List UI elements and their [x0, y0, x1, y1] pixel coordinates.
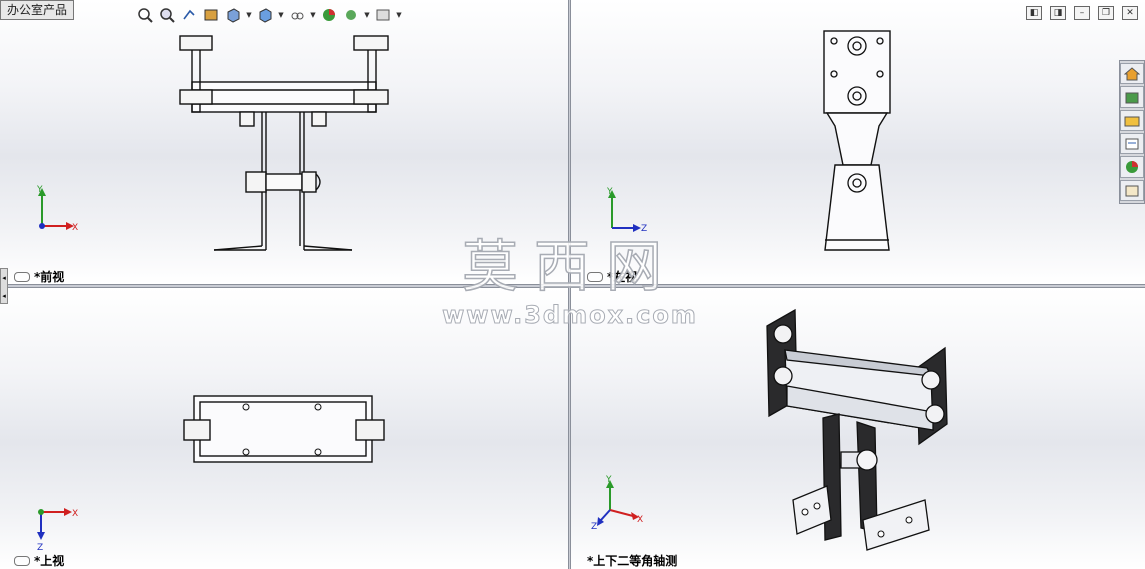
zoom-area-icon[interactable] [157, 5, 177, 25]
viewport-front[interactable]: Y X *前视 [0, 0, 568, 284]
chevron-down-icon[interactable]: ▼ [395, 11, 403, 19]
viewport-iso[interactable]: Y X Z *上下二等角轴测 [571, 288, 1145, 569]
iso-view-name: *上下二等角轴测 [587, 554, 678, 568]
file-explorer-icon[interactable] [1120, 109, 1144, 131]
appearance-icon[interactable] [319, 5, 339, 25]
task-pane [1119, 60, 1145, 204]
view-orientation-icon[interactable] [223, 5, 243, 25]
hide-show-icon[interactable] [287, 5, 307, 25]
custom-properties-icon[interactable] [1120, 179, 1144, 201]
view-settings-icon[interactable] [373, 5, 393, 25]
iso-view-model[interactable]: Y X Z [571, 288, 1145, 569]
viewport-top[interactable]: X Z *上视 [0, 288, 568, 569]
svg-text:X: X [637, 515, 643, 525]
svg-text:X: X [72, 509, 78, 519]
horizontal-splitter[interactable] [0, 284, 1145, 288]
link-views-icon[interactable] [14, 555, 30, 566]
window-controls: ◧ ◨ – ❐ ✕ [1026, 6, 1138, 20]
chevron-down-icon[interactable]: ▼ [363, 11, 371, 19]
chevron-down-icon[interactable]: ▼ [245, 11, 253, 19]
link-views-icon[interactable] [14, 271, 30, 282]
close-icon[interactable]: ✕ [1122, 6, 1138, 20]
feature-manager-toggle[interactable]: ◂ ◂ [0, 268, 8, 304]
front-view-name: *前视 [34, 270, 65, 284]
tile-vertical-icon[interactable]: ◨ [1050, 6, 1066, 20]
display-style-icon[interactable] [255, 5, 275, 25]
restore-icon[interactable]: ❐ [1098, 6, 1114, 20]
minimize-icon[interactable]: – [1074, 6, 1090, 20]
view-label-top: *上视 [14, 552, 64, 569]
heads-up-toolbar: ▼ ▼ ▼ ▼ ▼ [135, 4, 403, 26]
appearances-icon[interactable] [1120, 156, 1144, 178]
chevron-down-icon[interactable]: ▼ [277, 11, 285, 19]
scene-icon[interactable] [341, 5, 361, 25]
chevron-down-icon[interactable]: ▼ [309, 11, 317, 19]
top-view-model[interactable]: X Z [0, 288, 568, 569]
view-label-iso: *上下二等角轴测 [587, 552, 677, 569]
svg-text:Z: Z [641, 224, 647, 234]
zoom-to-fit-icon[interactable] [135, 5, 155, 25]
left-view-name: *左视 [607, 270, 638, 284]
svg-text:Z: Z [591, 522, 597, 532]
viewport-left[interactable]: Y Z *左视 [571, 0, 1145, 284]
link-views-icon[interactable] [587, 271, 603, 282]
view-palette-icon[interactable] [1120, 132, 1144, 155]
svg-text:Y: Y [605, 475, 612, 485]
svg-text:X: X [72, 223, 78, 233]
home-icon[interactable] [1120, 63, 1144, 85]
top-view-name: *上视 [34, 554, 65, 568]
left-view-model[interactable]: Y Z [571, 0, 1145, 284]
section-view-icon[interactable] [201, 5, 221, 25]
tile-horizontal-icon[interactable]: ◧ [1026, 6, 1042, 20]
front-view-model[interactable]: Y X [0, 0, 568, 284]
rotate-view-icon[interactable] [179, 5, 199, 25]
vertical-splitter[interactable] [568, 0, 571, 569]
document-tab[interactable]: 办公室产品 [0, 0, 75, 20]
svg-text:Y: Y [36, 185, 43, 195]
view-label-front: *前视 [14, 268, 64, 284]
svg-text:Y: Y [606, 187, 613, 197]
design-library-icon[interactable] [1120, 86, 1144, 108]
view-label-left: *左视 [587, 268, 637, 284]
